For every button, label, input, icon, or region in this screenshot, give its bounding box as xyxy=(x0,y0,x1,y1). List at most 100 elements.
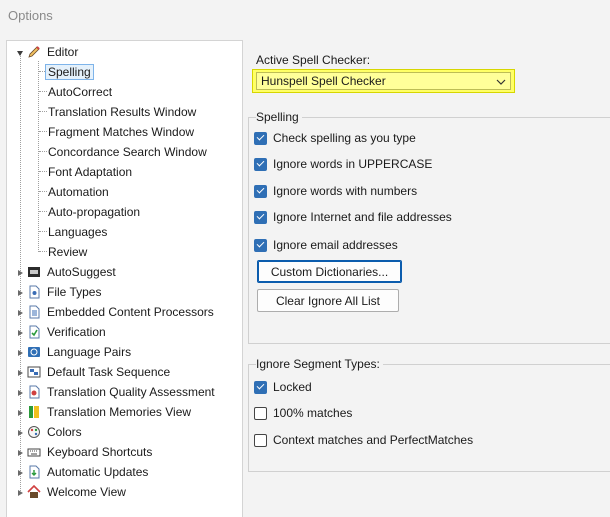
tree-node-label: Keyboard Shortcuts xyxy=(47,445,153,459)
tree-connector xyxy=(38,61,39,252)
expand-icon[interactable] xyxy=(16,328,24,337)
ignore-email-checkbox[interactable]: Ignore email addresses xyxy=(254,238,398,252)
checkbox-label: Ignore email addresses xyxy=(273,238,398,252)
spell-checker-select[interactable]: Hunspell Spell Checker xyxy=(252,69,515,93)
expand-icon[interactable] xyxy=(16,468,24,477)
tree-node-verification[interactable]: Verification xyxy=(27,323,108,341)
tree-node-font-adaptation[interactable]: Font Adaptation xyxy=(46,163,134,181)
tree-node-automation[interactable]: Automation xyxy=(46,183,111,201)
tree-node-label: Translation Results Window xyxy=(48,105,197,119)
checkbox-box xyxy=(254,131,267,145)
tree-node-label: Font Adaptation xyxy=(48,165,133,179)
tree-node-embedded-content[interactable]: Embedded Content Processors xyxy=(27,303,216,321)
tree-node-autocorrect[interactable]: AutoCorrect xyxy=(46,83,114,101)
spell-checker-value: Hunspell Spell Checker xyxy=(261,74,386,88)
home-icon xyxy=(27,485,41,499)
task-sequence-icon xyxy=(27,365,41,379)
checkbox-box xyxy=(254,210,267,224)
expand-icon[interactable] xyxy=(16,448,24,457)
tree-node-translation-memories[interactable]: Translation Memories View xyxy=(27,403,193,421)
autosuggest-icon xyxy=(27,265,41,279)
checkbox-label: Ignore words in UPPERCASE xyxy=(273,157,433,171)
ignore-internet-checkbox[interactable]: Ignore Internet and file addresses xyxy=(254,210,452,224)
language-pairs-icon xyxy=(27,345,41,359)
tree-node-label: Languages xyxy=(48,225,108,239)
checkbox-label: 100% matches xyxy=(273,406,353,420)
tree-node-spelling[interactable]: Spelling xyxy=(45,63,94,81)
tree-node-concordance-search[interactable]: Concordance Search Window xyxy=(46,143,209,161)
checkbox-label: Ignore words with numbers xyxy=(273,184,418,198)
tree-node-label: Translation Quality Assessment xyxy=(47,385,215,399)
tree-node-label: Fragment Matches Window xyxy=(48,125,195,139)
tree-node-colors[interactable]: Colors xyxy=(27,423,84,441)
expand-icon[interactable] xyxy=(16,268,24,277)
expand-icon[interactable] xyxy=(16,488,24,497)
expand-icon[interactable] xyxy=(16,428,24,437)
checkbox-box xyxy=(254,380,267,394)
tree-node-label: Automatic Updates xyxy=(47,465,149,479)
tree-node-translation-results[interactable]: Translation Results Window xyxy=(46,103,198,121)
tree-node-default-task-sequence[interactable]: Default Task Sequence xyxy=(27,363,172,381)
checkbox-label: Check spelling as you type xyxy=(273,131,416,145)
locked-checkbox[interactable]: Locked xyxy=(254,380,312,394)
tree-node-translation-quality[interactable]: Translation Quality Assessment xyxy=(27,383,217,401)
checkbox-label: Context matches and PerfectMatches xyxy=(273,433,474,447)
expand-icon[interactable] xyxy=(16,408,24,417)
tree-node-welcome-view[interactable]: Welcome View xyxy=(27,483,128,501)
tree-node-auto-propagation[interactable]: Auto-propagation xyxy=(46,203,142,221)
expand-icon[interactable] xyxy=(16,288,24,297)
tree-node-editor[interactable]: Editor xyxy=(27,43,80,61)
embedded-content-icon xyxy=(27,305,41,319)
tree-node-keyboard-shortcuts[interactable]: Keyboard Shortcuts xyxy=(27,443,154,461)
checkbox-box xyxy=(254,406,267,420)
pencil-icon xyxy=(27,45,41,59)
spelling-group-title: Spelling xyxy=(256,110,302,124)
translation-memories-icon xyxy=(27,405,41,419)
tree-node-label: Editor xyxy=(47,45,79,59)
updates-icon xyxy=(27,465,41,479)
collapse-icon[interactable] xyxy=(16,48,24,57)
expand-icon[interactable] xyxy=(16,368,24,377)
chevron-down-icon xyxy=(496,74,506,88)
tree-node-label: Language Pairs xyxy=(47,345,132,359)
expand-icon[interactable] xyxy=(16,308,24,317)
tree-node-language-pairs[interactable]: Language Pairs xyxy=(27,343,133,361)
tree-node-label: Embedded Content Processors xyxy=(47,305,214,319)
verification-icon xyxy=(27,325,41,339)
tree-node-label: Concordance Search Window xyxy=(48,145,207,159)
keyboard-icon xyxy=(27,445,41,459)
checkbox-box xyxy=(254,238,267,252)
tree-node-label: Spelling xyxy=(45,64,94,80)
custom-dictionaries-button[interactable]: Custom Dictionaries... xyxy=(257,260,402,283)
tree-node-autosuggest[interactable]: AutoSuggest xyxy=(27,263,118,281)
tree-node-file-types[interactable]: File Types xyxy=(27,283,103,301)
expand-icon[interactable] xyxy=(16,388,24,397)
tree-node-label: Translation Memories View xyxy=(47,405,192,419)
tree-node-automatic-updates[interactable]: Automatic Updates xyxy=(27,463,150,481)
tree-node-label: Verification xyxy=(47,325,106,339)
tree-node-label: File Types xyxy=(47,285,102,299)
ignore-uppercase-checkbox[interactable]: Ignore words in UPPERCASE xyxy=(254,157,432,171)
options-tree[interactable]: Editor Spelling AutoCorrect Translation … xyxy=(6,40,243,517)
checkbox-label: Ignore Internet and file addresses xyxy=(273,210,452,224)
checkbox-label: Locked xyxy=(273,380,312,394)
tree-node-label: Review xyxy=(48,245,88,259)
quality-assessment-icon xyxy=(27,385,41,399)
tree-node-label: AutoCorrect xyxy=(48,85,113,99)
context-matches-checkbox[interactable]: Context matches and PerfectMatches xyxy=(254,433,473,447)
tree-node-label: Colors xyxy=(47,425,82,439)
tree-node-review[interactable]: Review xyxy=(46,243,89,261)
palette-icon xyxy=(27,425,41,439)
tree-node-languages[interactable]: Languages xyxy=(46,223,109,241)
hundred-percent-matches-checkbox[interactable]: 100% matches xyxy=(254,406,352,420)
active-spell-checker-label: Active Spell Checker: xyxy=(256,53,371,67)
clear-ignore-all-button[interactable]: Clear Ignore All List xyxy=(257,289,399,312)
expand-icon[interactable] xyxy=(16,348,24,357)
tree-node-label: Welcome View xyxy=(47,485,126,499)
checkbox-box xyxy=(254,433,267,447)
check-spelling-checkbox[interactable]: Check spelling as you type xyxy=(254,131,416,145)
ignore-segment-group-title: Ignore Segment Types: xyxy=(256,357,383,371)
checkbox-box xyxy=(254,184,267,198)
tree-node-fragment-matches[interactable]: Fragment Matches Window xyxy=(46,123,196,141)
ignore-numbers-checkbox[interactable]: Ignore words with numbers xyxy=(254,184,417,198)
